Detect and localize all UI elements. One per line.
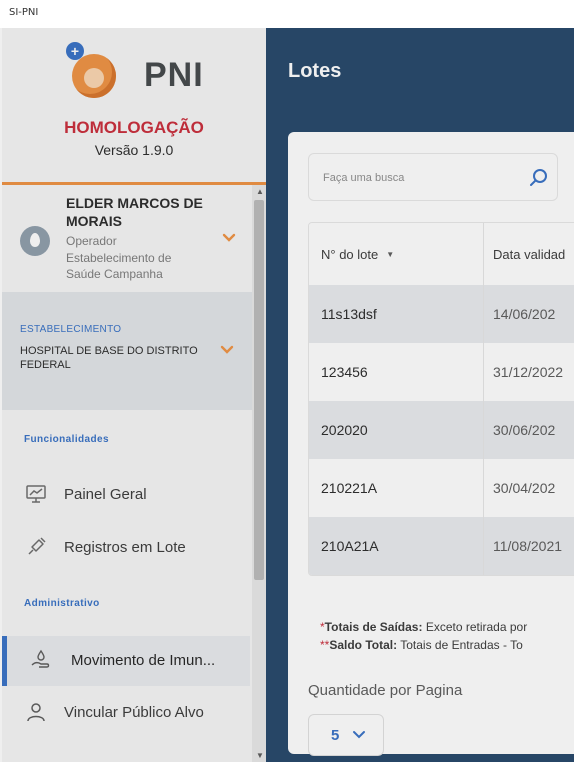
table-row[interactable]: 210A21A 11/08/2021: [309, 517, 574, 575]
divider: [2, 182, 266, 185]
cell-data-validade: 11/08/2021: [493, 538, 563, 554]
lotes-table: N° do lote ▼ Data validad 11s13dsf 14/06/…: [308, 222, 574, 576]
person-icon: [27, 703, 45, 722]
sidebar: + PNI HOMOLOGAÇÃO Versão 1.9.0 ELDER MAR…: [2, 28, 266, 762]
sort-down-icon[interactable]: ▼: [386, 250, 394, 259]
scrollbar-thumb[interactable]: [254, 200, 264, 580]
cell-data-validade: 30/06/202: [493, 422, 556, 438]
pni-logo: + PNI: [66, 36, 216, 116]
user-organization: Estabelecimento de Saúde Campanha: [66, 251, 172, 281]
page-title: Lotes: [288, 60, 342, 82]
window-titlebar: SI-PNI: [0, 0, 574, 28]
scroll-up-icon[interactable]: ▲: [256, 187, 264, 196]
avatar: [20, 226, 50, 256]
scroll-down-icon[interactable]: ▼: [256, 751, 264, 760]
sidebar-item-label: Registros em Lote: [64, 539, 186, 556]
environment-label: HOMOLOGAÇÃO: [64, 118, 204, 137]
chevron-down-icon[interactable]: [222, 230, 236, 246]
main-content: N° do lote▼ Data validad 11s13dsf 14/06/…: [266, 110, 574, 762]
user-role: Operador: [66, 234, 117, 248]
page-header: Lotes: [266, 28, 574, 110]
syringe-icon: [28, 537, 46, 555]
search-input[interactable]: [323, 168, 513, 188]
sidebar-item-registros-em-lote[interactable]: Registros em Lote: [2, 525, 250, 571]
cell-lote: 210221A: [321, 480, 378, 496]
page-size-label: Quantidade por Pagina: [308, 682, 463, 699]
version-label: Versão 1.9.0: [94, 142, 174, 158]
sidebar-scrollbar[interactable]: ▲ ▼: [252, 185, 266, 762]
footnote-saldo: **Saldo Total: Totais de Entradas - To: [320, 638, 523, 652]
user-name: ELDER MARCOS DE MORAIS: [66, 195, 203, 229]
sidebar-item-label: Painel Geral: [64, 486, 147, 503]
hand-drop-icon: [31, 649, 50, 668]
sidebar-item-vincular-publico-alvo[interactable]: Vincular Público Alvo: [2, 690, 250, 736]
establishment-label: ESTABELECIMENTO: [20, 324, 122, 335]
cell-lote: 123456: [321, 364, 368, 380]
chevron-down-icon: [353, 731, 365, 739]
cell-lote: 210A21A: [321, 538, 379, 554]
sidebar-item-movimento-de-imunobiologico[interactable]: Movimento de Imun...: [2, 636, 250, 686]
sidebar-item-painel-geral[interactable]: Painel Geral: [2, 472, 250, 518]
monitor-chart-icon: [26, 485, 46, 503]
cell-data-validade: 30/04/202: [493, 480, 556, 496]
cell-data-validade: 14/06/202: [493, 306, 556, 322]
section-administrativo: Administrativo: [24, 598, 100, 609]
sidebar-item-label: Movimento de Imun...: [71, 652, 216, 669]
content-card: N° do lote▼ Data validad 11s13dsf 14/06/…: [288, 132, 574, 756]
establishment-value: HOSPITAL DE BASE DO DISTRITO FEDERAL: [20, 345, 198, 371]
chevron-down-icon[interactable]: [220, 342, 234, 358]
footnote-saidas: *Totais de Saídas: Exceto retirada por: [320, 620, 528, 634]
page-size-value: 5: [331, 727, 340, 744]
column-header-data-validade[interactable]: Data validad: [493, 223, 574, 285]
page-size-select[interactable]: 5: [308, 714, 384, 756]
table-row[interactable]: 123456 31/12/2022: [309, 343, 574, 401]
establishment-selector[interactable]: ESTABELECIMENTO HOSPITAL DE BASE DO DIST…: [2, 292, 252, 410]
cell-lote: 11s13dsf: [321, 306, 377, 322]
table-row[interactable]: 11s13dsf 14/06/202: [309, 285, 574, 343]
table-header-row: N° do lote ▼ Data validad: [309, 223, 574, 285]
search-box[interactable]: [308, 153, 558, 201]
table-row[interactable]: 202020 30/06/202: [309, 401, 574, 459]
column-header-lote[interactable]: N° do lote ▼: [321, 223, 481, 285]
user-profile[interactable]: ELDER MARCOS DE MORAIS Operador Estabele…: [2, 188, 252, 292]
cell-data-validade: 31/12/2022: [493, 364, 564, 380]
plus-badge-icon: +: [66, 42, 84, 60]
table-row[interactable]: 210221A 30/04/202: [309, 459, 574, 517]
window-title: SI-PNI: [9, 7, 39, 18]
drop-logo-icon: [72, 54, 116, 98]
search-icon[interactable]: [527, 166, 551, 190]
cell-lote: 202020: [321, 422, 368, 438]
section-funcionalidades: Funcionalidades: [24, 434, 109, 445]
brand-name: PNI: [144, 56, 204, 94]
sidebar-item-label: Vincular Público Alvo: [64, 704, 204, 721]
